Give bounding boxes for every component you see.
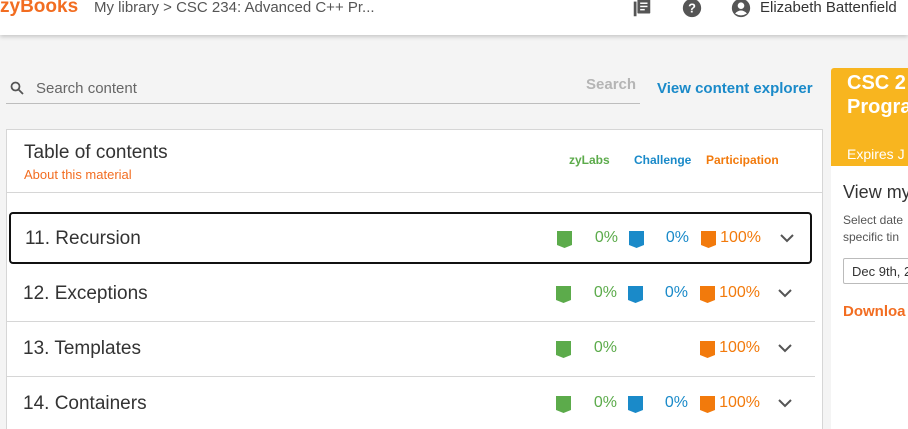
download-link[interactable]: Downloa <box>843 303 906 320</box>
legend-challenge: Challenge <box>634 153 692 167</box>
help-icon[interactable]: ? <box>681 0 703 19</box>
chapter-title: 11. Recursion <box>25 228 141 249</box>
course-card[interactable]: CSC 2 Progra Expires J <box>831 68 908 166</box>
library-icon[interactable] <box>631 0 653 19</box>
legend-participation: Participation <box>706 153 779 167</box>
chapter-row-exceptions[interactable]: 12. Exceptions 0% 0% 100% <box>7 267 815 322</box>
chapter-title: 13. Templates <box>23 338 141 359</box>
search-icon <box>10 81 24 95</box>
toc-title: Table of contents <box>24 142 168 163</box>
date-picker[interactable]: Dec 9th, 2 <box>843 258 908 284</box>
chapter-row-containers[interactable]: 14. Containers 0% 0% 100% <box>7 377 815 429</box>
account-icon[interactable] <box>730 0 752 19</box>
date-instructions: Select date specific tin <box>843 212 903 246</box>
participation-percent: 100% <box>719 284 760 301</box>
course-code: CSC 2 Progra <box>847 71 908 119</box>
chevron-down-icon[interactable] <box>778 288 792 298</box>
zylabs-percent: 0% <box>593 394 617 411</box>
instruction-line2: specific tin <box>843 230 900 244</box>
chevron-down-icon[interactable] <box>778 398 792 408</box>
svg-text:?: ? <box>688 1 696 16</box>
chapter-title: 14. Containers <box>23 393 147 414</box>
course-code-line2: Progra <box>847 96 908 118</box>
challenge-percent: 0% <box>664 394 688 411</box>
user-name[interactable]: Elizabeth Battenfield <box>760 0 897 16</box>
course-code-line1: CSC 2 <box>847 72 906 94</box>
search-input[interactable] <box>36 76 576 100</box>
divider <box>7 192 822 193</box>
about-material-link[interactable]: About this material <box>24 167 132 182</box>
chevron-down-icon[interactable] <box>780 233 794 243</box>
participation-percent: 100% <box>719 394 760 411</box>
legend-zylabs: zyLabs <box>569 153 610 167</box>
instruction-line1: Select date <box>843 213 904 227</box>
activity-panel: View my Select date specific tin Dec 9th… <box>831 166 908 429</box>
challenge-percent: 0% <box>664 284 688 301</box>
view-content-explorer-link[interactable]: View content explorer <box>657 80 813 97</box>
zybooks-logo[interactable]: zyBooks <box>0 0 78 18</box>
participation-percent: 100% <box>719 339 760 356</box>
challenge-percent: 0% <box>665 229 689 246</box>
chapter-row-templates[interactable]: 13. Templates 0% 100% <box>7 322 815 377</box>
zylabs-percent: 0% <box>594 229 618 246</box>
zylabs-percent: 0% <box>593 339 617 356</box>
chapter-title: 12. Exceptions <box>23 283 148 304</box>
zylabs-percent: 0% <box>593 284 617 301</box>
view-activity-heading: View my <box>843 182 908 202</box>
breadcrumb[interactable]: My library > CSC 234: Advanced C++ Pr... <box>94 0 375 16</box>
participation-percent: 100% <box>720 229 761 246</box>
chevron-down-icon[interactable] <box>778 343 792 353</box>
search-button[interactable]: Search <box>586 76 636 93</box>
top-bar: zyBooks My library > CSC 234: Advanced C… <box>0 0 908 35</box>
chapter-row-recursion[interactable]: 11. Recursion 0% 0% 100% <box>9 212 812 264</box>
course-expires: Expires J <box>847 146 905 162</box>
search-bar: Search <box>6 72 640 104</box>
